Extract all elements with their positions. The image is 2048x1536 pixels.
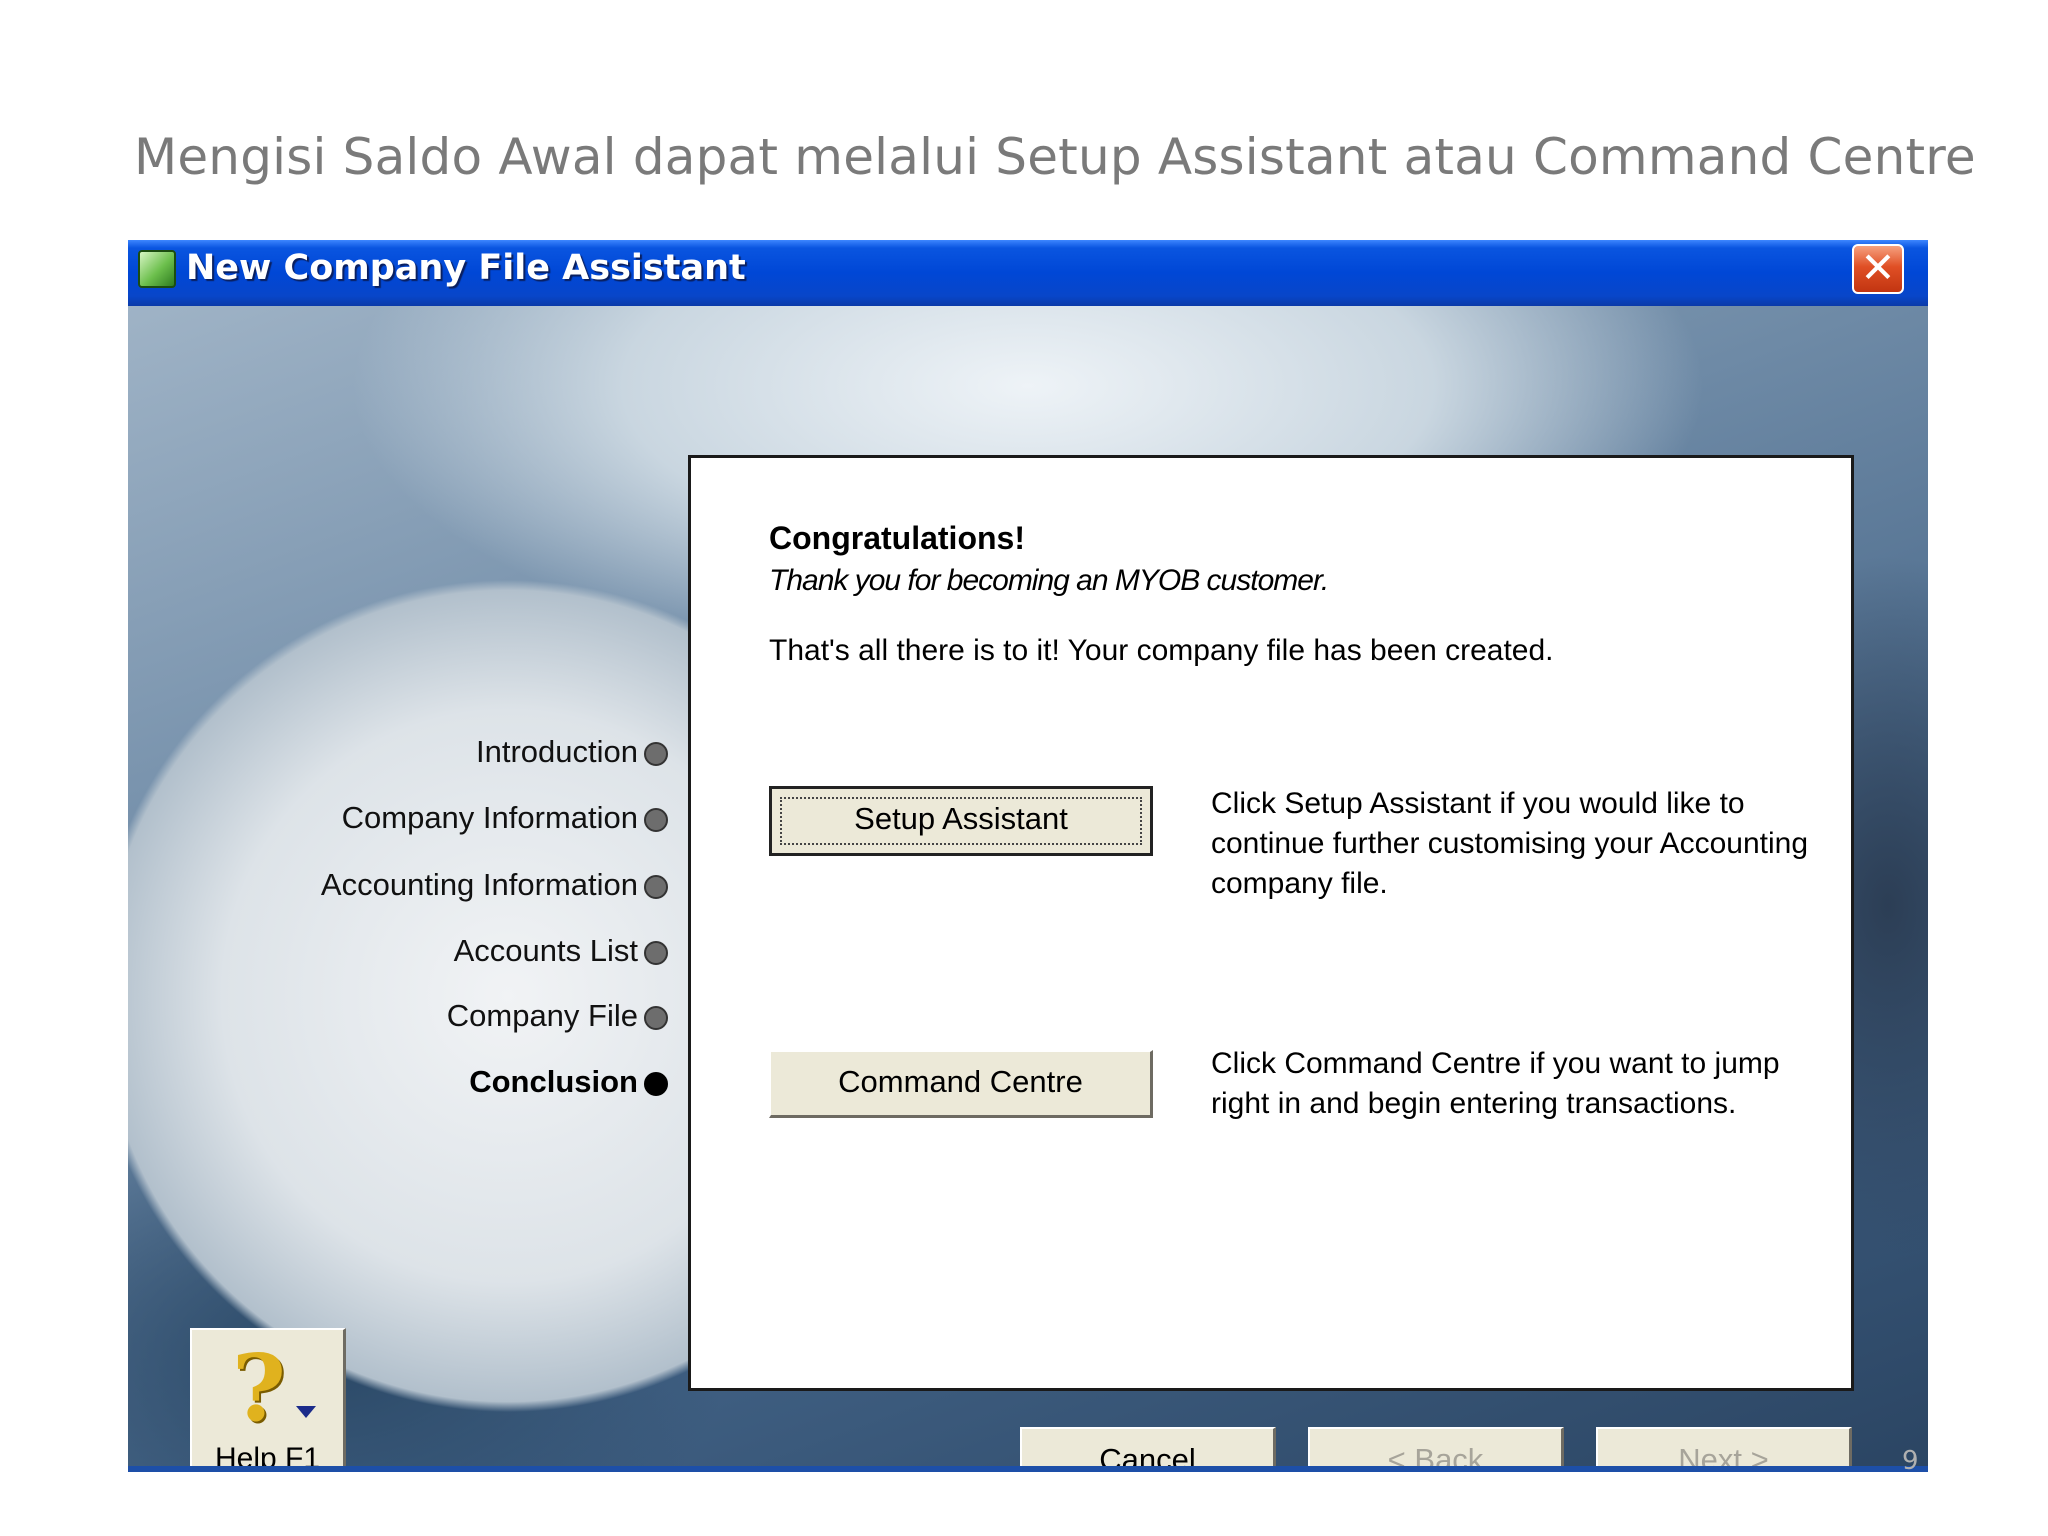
window-title: New Company File Assistant (186, 248, 746, 288)
help-button[interactable]: ? Help F1 (190, 1328, 346, 1472)
step-label: Accounts List (453, 933, 638, 968)
close-button[interactable]: ✕ (1852, 244, 1904, 294)
step-label: Accounting Information (320, 867, 638, 902)
panel-tagline: Thank you for becoming an MYOB customer. (769, 564, 1329, 597)
app-icon (138, 250, 176, 288)
step-conclusion: Conclusion (168, 1064, 688, 1100)
focus-rectangle (780, 797, 1142, 845)
step-company-information: Company Information (168, 800, 688, 836)
completion-message: That's all there is to it! Your company … (769, 634, 1554, 667)
panel-heading: Congratulations! (769, 520, 1025, 556)
step-label: Company Information (341, 800, 638, 835)
step-bullet-icon (644, 741, 668, 766)
window-bottom-border (128, 1466, 1928, 1472)
slide-title: Mengisi Saldo Awal dapat melalui Setup A… (134, 128, 1976, 186)
step-introduction: Introduction (168, 734, 688, 770)
step-accounts-list: Accounts List (168, 933, 688, 969)
setup-assistant-button[interactable]: Setup Assistant (769, 786, 1153, 856)
step-bullet-icon (644, 1005, 668, 1030)
title-bar[interactable]: New Company File Assistant ✕ (128, 240, 1928, 306)
wizard-content: Introduction Company Information Account… (128, 306, 1928, 1472)
step-bullet-icon (644, 1071, 668, 1096)
step-label: Introduction (476, 734, 638, 769)
dropdown-arrow-icon (296, 1406, 316, 1418)
step-label: Conclusion (469, 1064, 638, 1099)
step-label: Company File (446, 998, 638, 1033)
command-centre-description: Click Command Centre if you want to jump… (1211, 1047, 1780, 1120)
setup-assistant-description: Click Setup Assistant if you would like … (1211, 787, 1808, 900)
question-mark-icon: ? (232, 1334, 286, 1442)
step-list: Introduction Company Information Account… (128, 306, 688, 1206)
command-centre-label: Command Centre (838, 1064, 1083, 1099)
wizard-window: New Company File Assistant ✕ Introductio… (128, 240, 1928, 1472)
step-bullet-icon (644, 807, 668, 832)
close-icon: ✕ (1860, 243, 1896, 292)
step-accounting-information: Accounting Information (168, 867, 688, 903)
page-number: 9 (1902, 1446, 1919, 1476)
step-bullet-icon (644, 940, 668, 965)
command-centre-button[interactable]: Command Centre (769, 1050, 1153, 1118)
step-company-file: Company File (168, 998, 688, 1034)
step-bullet-icon (644, 874, 668, 899)
conclusion-panel: Congratulations! Thank you for becoming … (688, 455, 1854, 1391)
